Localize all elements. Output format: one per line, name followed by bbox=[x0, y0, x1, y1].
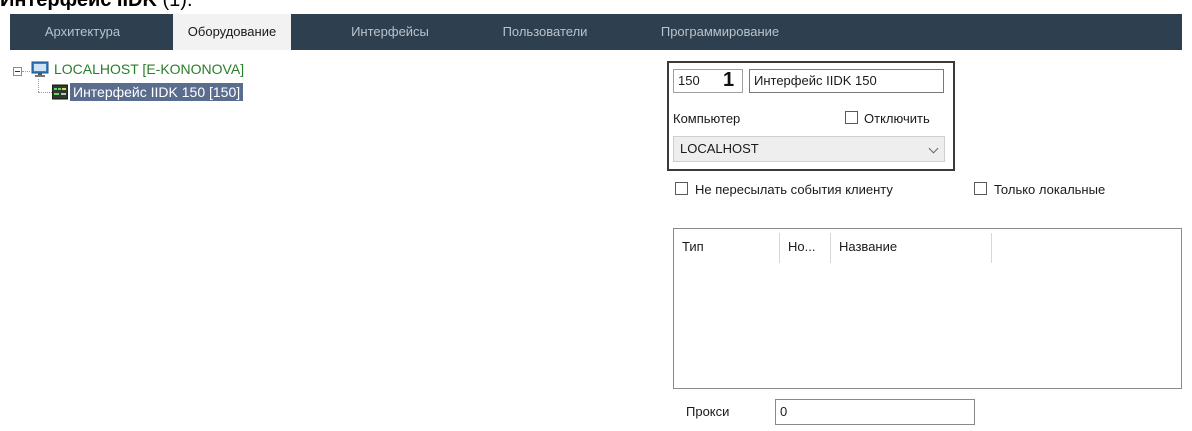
tree-device-label[interactable]: Интерфейс IIDK 150 [150] bbox=[70, 83, 244, 101]
column-header-name[interactable]: Название bbox=[831, 229, 991, 265]
tab-bar: Архитектура Оборудование Интерфейсы Поль… bbox=[10, 14, 1182, 50]
disable-label: Отключить bbox=[864, 111, 930, 126]
column-divider[interactable] bbox=[991, 233, 992, 263]
computer-icon bbox=[31, 61, 49, 77]
computer-select[interactable]: LOCALHOST bbox=[673, 136, 945, 162]
no-forward-events-label: Не пересылать события клиенту bbox=[695, 182, 893, 197]
column-header-type[interactable]: Тип bbox=[674, 229, 779, 265]
tree-connector bbox=[38, 92, 52, 93]
tab-interfaces[interactable]: Интерфейсы bbox=[330, 14, 450, 50]
tree-connector bbox=[38, 79, 39, 92]
tree-host-label[interactable]: LOCALHOST [E-KONONOVA] bbox=[54, 61, 244, 77]
caption-bold: Интерфейс IIDK bbox=[0, 0, 157, 11]
page: Интерфейс IIDK (1). Архитектура Оборудов… bbox=[0, 0, 1192, 431]
proxy-input[interactable]: 0 bbox=[775, 399, 975, 425]
no-forward-events-checkbox[interactable] bbox=[675, 182, 688, 195]
events-table[interactable]: Тип Но... Название bbox=[673, 228, 1182, 389]
caption-rest: (1). bbox=[156, 0, 193, 11]
tree-connector bbox=[22, 71, 30, 72]
tab-architecture[interactable]: Архитектура bbox=[10, 14, 155, 50]
proxy-label: Прокси bbox=[686, 404, 730, 419]
callout-number: 1 bbox=[723, 69, 735, 91]
column-header-number[interactable]: Но... bbox=[780, 229, 830, 265]
tab-users[interactable]: Пользователи bbox=[480, 14, 610, 50]
tree-expander-collapse-icon[interactable] bbox=[13, 67, 22, 76]
iidk-device-icon bbox=[52, 84, 68, 100]
computer-label: Компьютер bbox=[673, 111, 741, 126]
disable-checkbox[interactable] bbox=[845, 111, 858, 124]
tab-programming[interactable]: Программирование bbox=[650, 14, 790, 50]
tab-equipment[interactable]: Оборудование bbox=[173, 14, 291, 50]
local-only-label: Только локальные bbox=[994, 182, 1106, 197]
local-only-checkbox[interactable] bbox=[974, 182, 987, 195]
object-name-field[interactable]: Интерфейс IIDK 150 bbox=[749, 69, 944, 93]
figure-caption: Интерфейс IIDK (1). bbox=[0, 0, 193, 12]
